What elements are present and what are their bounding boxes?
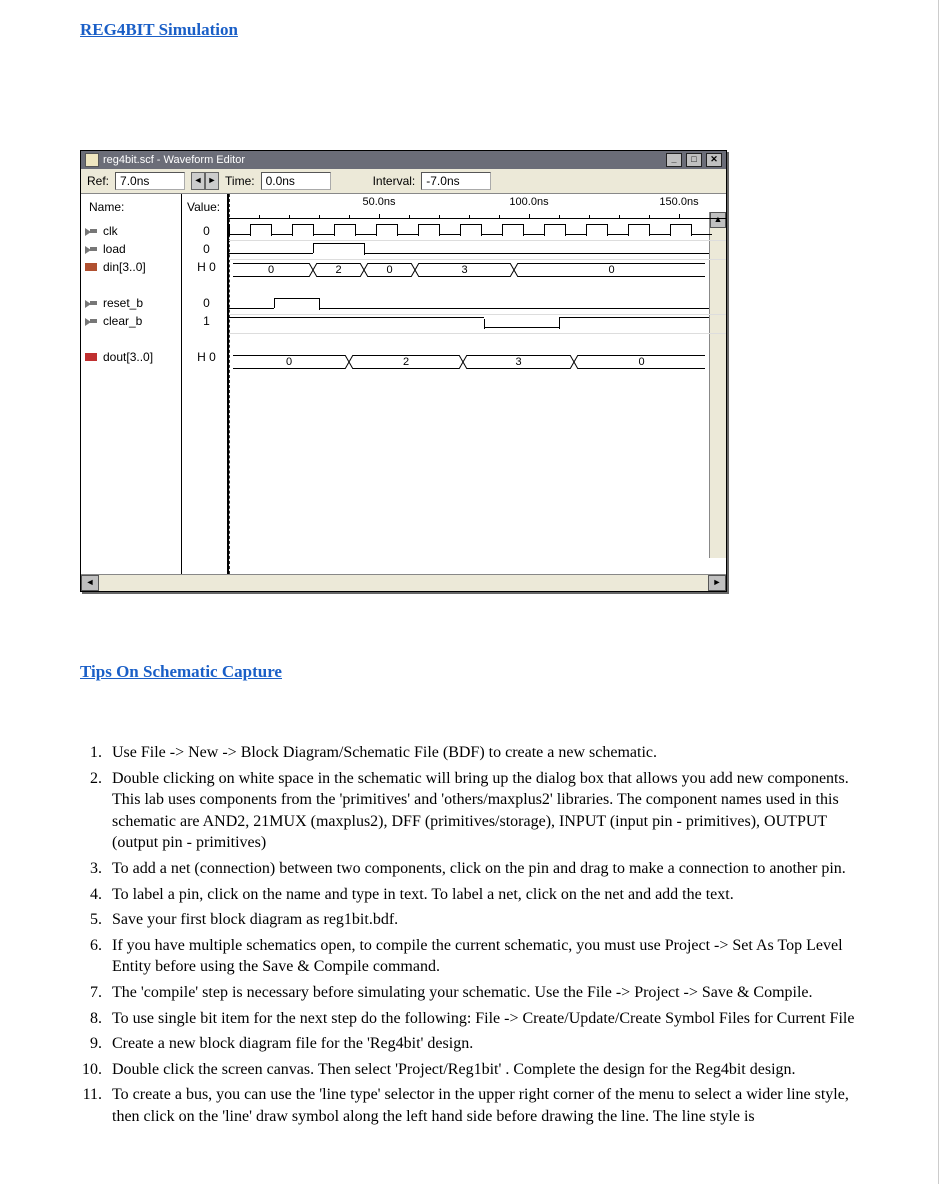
- maximize-button[interactable]: □: [686, 153, 702, 167]
- tip-item: To create a bus, you can use the 'line t…: [106, 1084, 858, 1127]
- waveform-toolbar: Ref: 7.0ns ◄► Time: 0.0ns Interval: -7.0…: [81, 169, 726, 194]
- scroll-right-icon[interactable]: ►: [708, 575, 726, 591]
- digital-waveform: [229, 222, 726, 241]
- input-pin-icon: [85, 244, 99, 254]
- heading-reg4bit[interactable]: REG4BIT Simulation: [80, 20, 858, 40]
- time-field[interactable]: 0.0ns: [261, 172, 331, 190]
- signal-name: load: [103, 242, 126, 256]
- tip-item: Double clicking on white space in the sc…: [106, 768, 858, 854]
- waveform-body: ▲ Name: clkloaddin[3..0]reset_bclear_bdo…: [81, 194, 726, 574]
- time-tick: 150.0ns: [659, 196, 698, 208]
- signal-value: H 0: [182, 258, 227, 276]
- bus-pin-icon: [85, 262, 99, 272]
- bus-waveform: 0230: [229, 352, 726, 370]
- tips-list: Use File -> New -> Block Diagram/Schemat…: [80, 742, 858, 1128]
- window-titlebar[interactable]: reg4bit.scf - Waveform Editor _ □ ✕: [81, 151, 726, 169]
- time-label: Time:: [225, 174, 255, 188]
- ref-field[interactable]: 7.0ns: [115, 172, 185, 190]
- interval-field[interactable]: -7.0ns: [421, 172, 491, 190]
- output-pin-icon: [85, 352, 99, 362]
- signal-values-column: Value: 00H 001H 0: [182, 194, 229, 574]
- horizontal-scrollbar[interactable]: ◄ ►: [81, 574, 726, 591]
- close-button[interactable]: ✕: [706, 153, 722, 167]
- tip-item: If you have multiple schematics open, to…: [106, 935, 858, 978]
- signal-name-row[interactable]: dout[3..0]: [81, 348, 181, 366]
- input-pin-icon: [85, 298, 99, 308]
- signal-value: 0: [182, 294, 227, 312]
- minimize-button[interactable]: _: [666, 153, 682, 167]
- time-tick: 50.0ns: [362, 196, 395, 208]
- time-tick: 100.0ns: [509, 196, 548, 208]
- scroll-left-icon[interactable]: ◄: [81, 575, 99, 591]
- signal-name: clk: [103, 224, 118, 238]
- signal-name: reset_b: [103, 296, 143, 310]
- digital-waveform: [229, 315, 726, 334]
- document-page: REG4BIT Simulation reg4bit.scf - Wavefor…: [0, 0, 939, 1184]
- signal-names-column: Name: clk load din[3..0] reset_b clear_bdout…: [81, 194, 182, 574]
- signal-name-row[interactable]: load: [81, 240, 181, 258]
- digital-waveform: [229, 296, 726, 315]
- tip-item: Save your first block diagram as reg1bit…: [106, 909, 858, 931]
- signal-name-row[interactable]: reset_b: [81, 294, 181, 312]
- signal-name-row[interactable]: din[3..0]: [81, 258, 181, 276]
- tip-item: To label a pin, click on the name and ty…: [106, 884, 858, 906]
- tip-item: To use single bit item for the next step…: [106, 1008, 858, 1030]
- signal-value: 0: [182, 240, 227, 258]
- waveform-editor-window: reg4bit.scf - Waveform Editor _ □ ✕ Ref:…: [80, 150, 727, 592]
- ref-label: Ref:: [87, 174, 109, 188]
- heading-tips[interactable]: Tips On Schematic Capture: [80, 662, 858, 682]
- window-title: reg4bit.scf - Waveform Editor: [103, 154, 245, 166]
- tip-item: Double click the screen canvas. Then sel…: [106, 1059, 858, 1081]
- tip-item: Create a new block diagram file for the …: [106, 1033, 858, 1055]
- value-header: Value:: [187, 200, 220, 214]
- digital-waveform: [229, 241, 726, 260]
- signal-name-row[interactable]: clear_b: [81, 312, 181, 330]
- name-header: Name:: [89, 200, 124, 214]
- input-pin-icon: [85, 316, 99, 326]
- signal-name: dout[3..0]: [103, 350, 153, 364]
- signal-value: H 0: [182, 348, 227, 366]
- bus-waveform: 02030: [229, 260, 726, 278]
- waveform-area[interactable]: 50.0ns 100.0ns 150.0ns 02030 0230: [229, 194, 726, 574]
- signal-name-row[interactable]: clk: [81, 222, 181, 240]
- signal-value: 0: [182, 222, 227, 240]
- tip-item: The 'compile' step is necessary before s…: [106, 982, 858, 1004]
- document-icon: [85, 153, 99, 167]
- tip-item: To add a net (connection) between two co…: [106, 858, 858, 880]
- tip-item: Use File -> New -> Block Diagram/Schemat…: [106, 742, 858, 764]
- signal-name: din[3..0]: [103, 260, 146, 274]
- interval-label: Interval:: [373, 174, 416, 188]
- signal-name: clear_b: [103, 314, 142, 328]
- signal-value: 1: [182, 312, 227, 330]
- time-ruler: 50.0ns 100.0ns 150.0ns: [229, 194, 726, 219]
- input-pin-icon: [85, 226, 99, 236]
- ref-stepper[interactable]: ◄►: [191, 172, 219, 190]
